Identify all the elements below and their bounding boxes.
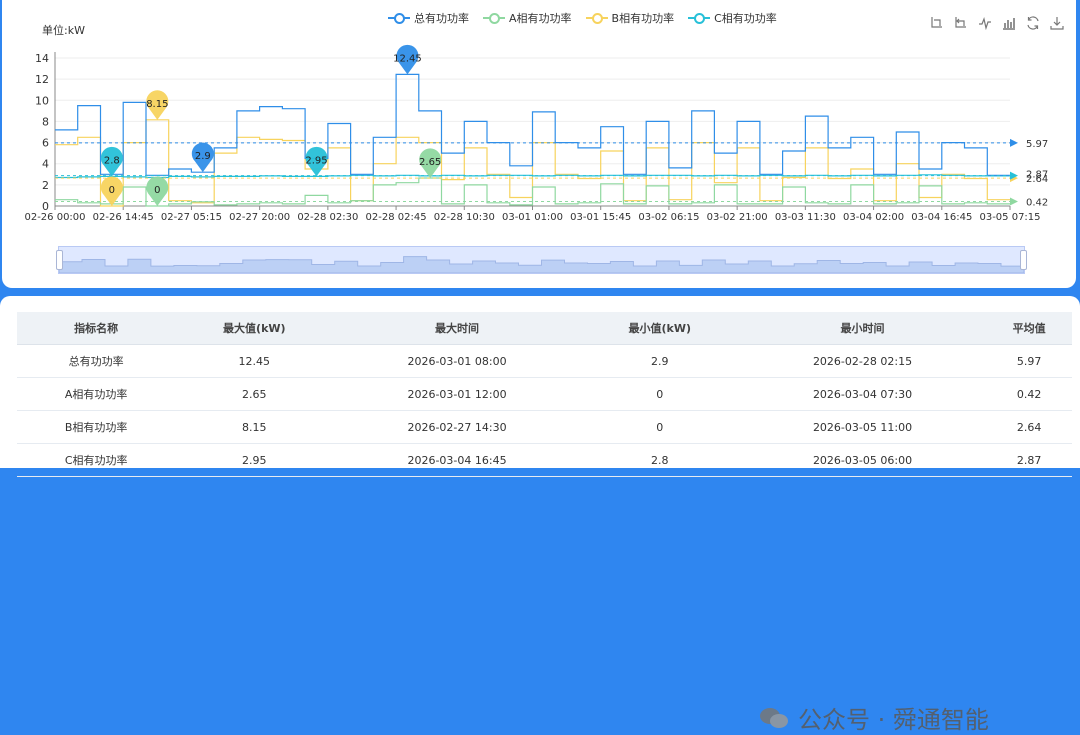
y-tick-label: 10 <box>35 94 49 107</box>
marker-label: 2.95 <box>305 155 327 166</box>
y-tick-label: 4 <box>42 158 49 171</box>
cell-min-value: 2.9 <box>580 344 739 378</box>
x-tick-label: 03-02 06:15 <box>638 212 699 223</box>
marker-label: 8.15 <box>146 99 168 110</box>
x-tick-label: 02-27 05:15 <box>161 212 222 223</box>
table-row: A相有功功率 2.65 2026-03-01 12:00 0 2026-03-0… <box>17 377 1072 411</box>
y-tick-label: 2 <box>42 179 49 192</box>
cell-max-value: 8.15 <box>175 410 334 444</box>
cell-average: 2.87 <box>986 443 1072 477</box>
watermark: 公众号 · 舜通智能 <box>760 700 989 735</box>
x-tick-label: 03-05 07:15 <box>979 212 1040 223</box>
x-tick-label: 02-28 02:45 <box>366 212 427 223</box>
cell-max-value: 12.45 <box>175 344 334 378</box>
table-header-row: 指标名称 最大值(kW) 最大时间 最小值(kW) 最小时间 平均值 <box>17 312 1072 345</box>
stats-table-card: 指标名称 最大值(kW) 最大时间 最小值(kW) 最小时间 平均值 总有功功率… <box>0 296 1080 734</box>
x-tick-label: 02-26 14:45 <box>93 212 154 223</box>
x-tick-label: 02-26 00:00 <box>24 212 85 223</box>
marker-label: 0 <box>109 185 115 196</box>
chart-card: 单位:kW 总有功功率 A相有功功率 B相有功功率 C相有功功率 0 2 4 6… <box>2 0 1076 288</box>
header-min-time: 最小时间 <box>738 312 987 345</box>
header-metric-name: 指标名称 <box>17 312 176 345</box>
cell-metric-name: A相有功功率 <box>17 377 176 411</box>
header-min-value: 最小值(kW) <box>580 312 739 345</box>
data-zoom-slider[interactable] <box>56 246 1027 274</box>
cell-average: 2.64 <box>986 410 1072 444</box>
x-tick-label: 02-28 10:30 <box>434 212 495 223</box>
average-arrow <box>1010 197 1018 206</box>
cell-min-value: 2.8 <box>580 443 739 477</box>
marker-label: 12.45 <box>393 53 422 64</box>
cell-max-time: 2026-03-01 08:00 <box>333 344 581 378</box>
zoom-preview <box>58 256 1025 274</box>
cell-max-value: 2.95 <box>175 443 334 477</box>
average-arrow <box>1010 138 1018 147</box>
cell-max-time: 2026-03-01 12:00 <box>333 377 581 411</box>
x-tick-label: 03-04 16:45 <box>911 212 972 223</box>
wechat-logo-icon <box>760 706 790 730</box>
zoom-handle-right[interactable] <box>1020 250 1027 270</box>
cell-metric-name: 总有功功率 <box>17 344 176 378</box>
zoom-preview-area <box>58 256 1025 274</box>
cell-average: 5.97 <box>986 344 1072 378</box>
x-tick-label: 03-01 01:00 <box>502 212 563 223</box>
table-row: C相有功功率 2.95 2026-03-04 16:45 2.8 2026-03… <box>17 443 1072 477</box>
cell-max-time: 2026-03-04 16:45 <box>333 443 581 477</box>
x-tick-label: 03-04 02:00 <box>843 212 904 223</box>
marker-label: 2.65 <box>419 157 441 168</box>
zoom-handle-left[interactable] <box>56 250 63 270</box>
x-tick-label: 03-03 11:30 <box>775 212 836 223</box>
stats-table: 指标名称 最大值(kW) 最大时间 最小值(kW) 最小时间 平均值 总有功功率… <box>17 312 1072 477</box>
x-tick-label: 03-01 15:45 <box>570 212 631 223</box>
x-tick-label: 02-28 02:30 <box>297 212 358 223</box>
cell-max-time: 2026-02-27 14:30 <box>333 410 581 444</box>
y-tick-label: 12 <box>35 73 49 86</box>
cell-min-time: 2026-03-05 11:00 <box>738 410 987 444</box>
cell-max-value: 2.65 <box>175 377 334 411</box>
cell-min-value: 0 <box>580 377 739 411</box>
marker-label: 0 <box>154 185 160 196</box>
y-tick-label: 8 <box>42 115 49 128</box>
y-tick-label: 6 <box>42 137 49 150</box>
x-tick-label: 02-27 20:00 <box>229 212 290 223</box>
marker-label: 2.8 <box>104 155 120 166</box>
average-label: 2.87 <box>1026 170 1048 181</box>
table-row: 总有功功率 12.45 2026-03-01 08:00 2.9 2026-02… <box>17 344 1072 378</box>
watermark-text: 公众号 · 舜通智能 <box>798 706 989 734</box>
header-average: 平均值 <box>986 312 1072 345</box>
cell-min-time: 2026-02-28 02:15 <box>738 344 987 378</box>
average-label: 0.42 <box>1026 198 1048 209</box>
header-max-time: 最大时间 <box>333 312 581 345</box>
table-row: B相有功功率 8.15 2026-02-27 14:30 0 2026-03-0… <box>17 410 1072 444</box>
cell-metric-name: C相有功功率 <box>17 443 176 477</box>
marker-label: 2.9 <box>195 151 211 162</box>
y-tick-label: 14 <box>35 52 49 65</box>
header-max-value: 最大值(kW) <box>175 312 334 345</box>
line-chart: 0 2 4 6 8 10 12 14 02-26 00:00 02-26 14:45 02-27 0… <box>24 44 1048 223</box>
cell-min-time: 2026-03-04 07:30 <box>738 377 987 411</box>
cell-min-time: 2026-03-05 06:00 <box>738 443 987 477</box>
cell-min-value: 0 <box>580 410 739 444</box>
cell-metric-name: B相有功功率 <box>17 410 176 444</box>
average-label: 5.97 <box>1026 139 1048 150</box>
x-tick-label: 03-02 21:00 <box>707 212 768 223</box>
cell-average: 0.42 <box>986 377 1072 411</box>
